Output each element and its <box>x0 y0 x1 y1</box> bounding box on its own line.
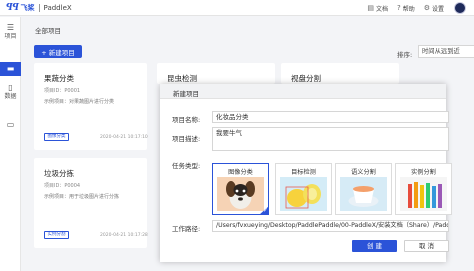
cancel-button[interactable]: 取 消 <box>404 240 449 252</box>
logo-divider <box>38 4 40 12</box>
help-icon: ? <box>396 4 401 12</box>
file-icon: ▯ <box>8 83 13 92</box>
new-project-button[interactable]: + 新建项目 <box>34 45 82 58</box>
paddle-logo-mark: ꟼꟼ <box>6 3 19 13</box>
gear-icon: ⚙ <box>423 4 430 12</box>
work-path-input[interactable]: /Users/fvxueying/Desktop/PaddlePaddle/00… <box>212 220 449 232</box>
card-title: 垃圾分拣 <box>44 169 74 178</box>
card-desc: 示例项目：对果蔬图片进行分类 <box>44 99 115 105</box>
task-option-image-classification[interactable]: 图像分类 ✓ <box>212 163 269 215</box>
dialog-header: 新建项目 <box>160 84 446 99</box>
monitor-icon: ▭ <box>6 120 15 129</box>
sort-label: 排序: <box>397 51 413 59</box>
card-time: 2020-04-21 10:17:10 <box>100 135 148 140</box>
folder-icon: ▬ <box>6 64 15 73</box>
dialog-title: 新建项目 <box>173 90 199 98</box>
sidebar-item-label: 数据 <box>4 93 17 100</box>
task-option-instance-segmentation[interactable]: 实例分割 <box>395 163 452 215</box>
top-nav: ▤ 文档 ? 帮助 ⚙ 设置 <box>358 2 466 14</box>
project-card[interactable]: 视盘分割 <box>281 63 399 84</box>
card-tag: 实例分割 <box>44 231 69 239</box>
task-option-object-detection[interactable]: 目标检测 <box>275 163 332 215</box>
document-icon: ▤ <box>367 4 374 12</box>
task-label: 语义分割 <box>351 169 376 176</box>
task-option-semantic-segmentation[interactable]: 语义分割 <box>335 163 392 215</box>
nav-settings-label: 设置 <box>431 5 444 13</box>
task-label: 图像分类 <box>228 169 253 176</box>
nav-help[interactable]: ? 帮助 <box>397 4 415 13</box>
project-desc-input[interactable]: 我要牛气 <box>212 127 449 151</box>
sidebar-item-folder[interactable]: ▬ <box>0 62 21 76</box>
task-label: 实例分割 <box>411 169 436 176</box>
task-type-label: 任务类型: <box>172 162 201 170</box>
card-id: 项目ID：P0004 <box>44 183 81 189</box>
menu-icon: ☰ <box>6 23 15 32</box>
sidebar-item-label: 项目 <box>4 33 17 40</box>
create-button[interactable]: 创 建 <box>352 240 397 252</box>
card-title: 视盘分割 <box>291 74 321 83</box>
sidebar-item-data[interactable]: ▯ 数据 <box>0 83 21 105</box>
nav-help-label: 帮助 <box>402 5 415 13</box>
pencil-image <box>400 177 447 211</box>
sidebar-item-monitor[interactable]: ▭ <box>0 120 21 132</box>
project-name-label: 项目名称: <box>172 116 201 124</box>
card-id: 项目ID：P0001 <box>44 88 81 94</box>
card-time: 2020-04-21 10:17:28 <box>100 233 148 238</box>
logo[interactable]: ꟼꟼ 飞桨 PaddleX <box>6 2 72 14</box>
project-name-input[interactable]: 化妆品分类 <box>212 111 449 123</box>
sidebar-item-projects[interactable]: ☰ 项目 <box>0 23 21 45</box>
task-label: 目标检测 <box>291 169 316 176</box>
avatar[interactable] <box>454 2 466 14</box>
project-card[interactable]: 果蔬分类 项目ID：P0001 示例项目：对果蔬图片进行分类 图像分类 2020… <box>34 63 148 150</box>
breadcrumb: 全部项目 <box>35 27 61 35</box>
card-title: 果蔬分类 <box>44 74 74 83</box>
app-name: PaddleX <box>43 4 72 12</box>
project-desc-label: 项目描述: <box>172 135 201 143</box>
sort-select[interactable]: 时间从远到近 <box>418 45 474 58</box>
card-tag: 图像分类 <box>44 133 69 141</box>
logo-text: 飞桨 <box>20 4 35 12</box>
nav-settings[interactable]: ⚙ 设置 <box>424 4 444 13</box>
cup-image <box>340 177 387 211</box>
dog-image <box>217 177 264 211</box>
project-card[interactable]: 昆虫检测 <box>157 63 275 84</box>
work-path-label: 工作路径: <box>172 225 201 233</box>
top-bar: ꟼꟼ 飞桨 PaddleX ▤ 文档 ? 帮助 ⚙ 设置 <box>0 0 474 16</box>
nav-docs-label: 文档 <box>375 5 388 13</box>
nav-docs[interactable]: ▤ 文档 <box>367 4 388 13</box>
sidebar: ☰ 项目 ▬ ▯ 数据 ▭ <box>0 17 21 271</box>
project-card[interactable]: 垃圾分拣 项目ID：P0004 示例项目：用于垃圾图片进行分拣 实例分割 202… <box>34 158 148 248</box>
card-desc: 示例项目：用于垃圾图片进行分拣 <box>44 194 120 200</box>
fruit-image <box>280 177 327 211</box>
card-title: 昆虫检测 <box>167 74 197 83</box>
